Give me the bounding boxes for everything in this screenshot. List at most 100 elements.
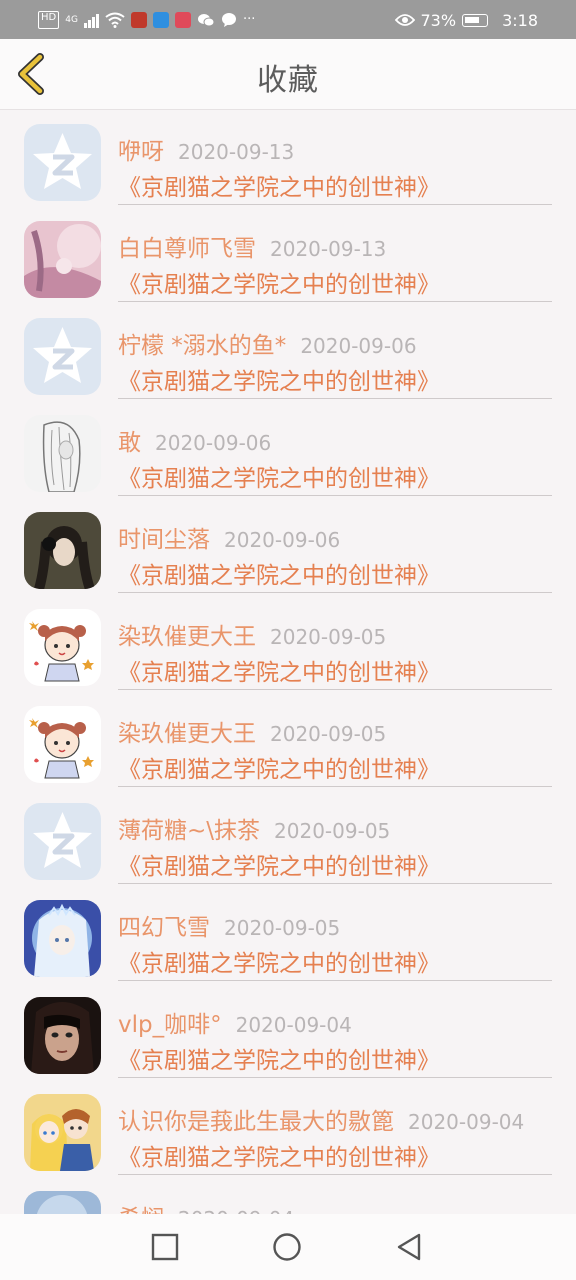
user-name[interactable]: 时间尘落 — [118, 527, 210, 553]
page-title: 收藏 — [257, 63, 319, 98]
favorite-date: 2020-09-04 — [408, 1110, 525, 1134]
battery-icon — [462, 13, 489, 27]
user-name[interactable]: 敢 — [118, 430, 141, 456]
favorite-item[interactable]: 咿呀 2020-09-13 《京剧猫之学院之中的创世神》 — [0, 110, 576, 207]
divider — [118, 980, 552, 981]
favorite-user-line: 希悯 2020-09-04 — [118, 1199, 294, 1214]
favorite-item[interactable]: 白白尊师飞雪 2020-09-13 《京剧猫之学院之中的创世神》 — [0, 207, 576, 304]
favorite-date: 2020-09-05 — [274, 819, 391, 843]
navigation-bar — [0, 1214, 576, 1280]
reader-notification-icon — [174, 12, 191, 28]
favorite-item[interactable]: 染玖催更大王 2020-09-05 《京剧猫之学院之中的创世神》 — [0, 692, 576, 789]
favorite-item[interactable]: 薄荷糖~\抹茶 2020-09-05 《京剧猫之学院之中的创世神》 — [0, 789, 576, 886]
avatar[interactable] — [24, 318, 101, 395]
favorite-item[interactable]: 敢 2020-09-06 《京剧猫之学院之中的创世神》 — [0, 401, 576, 498]
avatar[interactable] — [24, 609, 101, 686]
favorite-item[interactable]: 认识你是莪此生最大的敭篦 2020-09-04 《京剧猫之学院之中的创世神》 — [0, 1080, 576, 1177]
avatar[interactable] — [24, 803, 101, 880]
hd-badge: HD — [38, 11, 60, 29]
favorite-date: 2020-09-06 — [300, 334, 417, 358]
divider — [118, 1077, 552, 1078]
square-icon — [151, 1233, 179, 1261]
avatar[interactable] — [24, 1191, 101, 1214]
favorite-user-line: 认识你是莪此生最大的敭篦 2020-09-04 — [118, 1102, 524, 1136]
browser-notification-icon — [152, 12, 169, 28]
avatar[interactable] — [24, 221, 101, 298]
avatar[interactable] — [24, 1094, 101, 1171]
favorite-user-line: 薄荷糖~\抹茶 2020-09-05 — [118, 811, 390, 845]
signal-icon — [83, 12, 99, 28]
more-notifications-icon: ··· — [242, 12, 256, 27]
triangle-back-icon — [397, 1233, 421, 1261]
user-name[interactable]: 薄荷糖~\抹茶 — [118, 818, 260, 844]
wechat-icon — [197, 14, 215, 27]
avatar[interactable] — [24, 415, 101, 492]
book-title[interactable]: 《京剧猫之学院之中的创世神》 — [118, 556, 440, 590]
divider — [118, 1174, 552, 1175]
user-name[interactable]: 染玖催更大王 — [118, 624, 256, 650]
avatar[interactable] — [24, 512, 101, 589]
favorite-user-line: 染玖催更大王 2020-09-05 — [118, 714, 386, 748]
favorite-user-line: 柠檬 *溺水的鱼* 2020-09-06 — [118, 326, 417, 360]
book-title[interactable]: 《京剧猫之学院之中的创世神》 — [118, 168, 440, 202]
favorite-item[interactable]: vlp_咖啡° 2020-09-04 《京剧猫之学院之中的创世神》 — [0, 983, 576, 1080]
favorite-date: 2020-09-05 — [270, 722, 387, 746]
recent-apps-button[interactable] — [150, 1232, 180, 1262]
favorite-date: 2020-09-04 — [178, 1207, 294, 1214]
user-name[interactable]: 四幻飞雪 — [118, 915, 210, 941]
user-name[interactable]: 柠檬 *溺水的鱼* — [118, 333, 286, 359]
favorite-date: 2020-09-05 — [270, 625, 387, 649]
favorite-date: 2020-09-13 — [270, 237, 387, 261]
favorite-user-line: 四幻飞雪 2020-09-05 — [118, 908, 340, 942]
favorite-date: 2020-09-06 — [155, 431, 272, 455]
back-nav-button[interactable] — [394, 1232, 424, 1262]
favorite-user-line: 白白尊师飞雪 2020-09-13 — [118, 229, 386, 263]
favorite-date: 2020-09-13 — [178, 140, 295, 164]
message-bubble-icon — [221, 13, 236, 27]
divider — [118, 786, 552, 787]
status-bar: HD 4G ··· 73% 3:18 — [0, 0, 576, 39]
favorite-item[interactable]: 四幻飞雪 2020-09-05 《京剧猫之学院之中的创世神》 — [0, 886, 576, 983]
home-button[interactable] — [272, 1232, 302, 1262]
favorite-date: 2020-09-05 — [224, 916, 341, 940]
eye-comfort-icon — [394, 14, 415, 26]
divider — [118, 495, 552, 496]
favorite-date: 2020-09-06 — [224, 528, 341, 552]
user-name[interactable]: vlp_咖啡° — [118, 1012, 222, 1038]
user-name[interactable]: 希悯 — [118, 1206, 164, 1214]
favorite-date: 2020-09-04 — [235, 1013, 352, 1037]
book-title[interactable]: 《京剧猫之学院之中的创世神》 — [118, 1138, 440, 1172]
book-title[interactable]: 《京剧猫之学院之中的创世神》 — [118, 459, 440, 493]
book-title[interactable]: 《京剧猫之学院之中的创世神》 — [118, 847, 440, 881]
user-name[interactable]: 认识你是莪此生最大的敭篦 — [118, 1109, 394, 1135]
network-label: 4G — [65, 15, 78, 25]
favorite-item[interactable]: 希悯2020-09-04《京剧猫之学院之中的创世神》 — [0, 1177, 576, 1214]
avatar[interactable] — [24, 900, 101, 977]
favorite-user-line: 敢 2020-09-06 — [118, 423, 271, 457]
book-title[interactable]: 《京剧猫之学院之中的创世神》 — [118, 653, 440, 687]
avatar[interactable] — [24, 706, 101, 783]
user-name[interactable]: 染玖催更大王 — [118, 721, 256, 747]
clock: 3:18 — [502, 10, 538, 30]
book-title[interactable]: 《京剧猫之学院之中的创世神》 — [118, 944, 440, 978]
book-title[interactable]: 《京剧猫之学院之中的创世神》 — [118, 265, 440, 299]
book-title[interactable]: 《京剧猫之学院之中的创世神》 — [118, 750, 440, 784]
user-name[interactable]: 咿呀 — [118, 139, 164, 165]
favorite-item[interactable]: 时间尘落 2020-09-06 《京剧猫之学院之中的创世神》 — [0, 498, 576, 595]
divider — [118, 689, 552, 690]
book-title[interactable]: 《京剧猫之学院之中的创世神》 — [118, 1041, 440, 1075]
avatar[interactable] — [24, 997, 101, 1074]
book-title[interactable]: 《京剧猫之学院之中的创世神》 — [118, 362, 440, 396]
user-name[interactable]: 白白尊师飞雪 — [118, 236, 256, 262]
favorite-item[interactable]: 染玖催更大王 2020-09-05 《京剧猫之学院之中的创世神》 — [0, 595, 576, 692]
divider — [118, 592, 552, 593]
avatar[interactable] — [24, 124, 101, 201]
favorites-list: 咿呀 2020-09-13 《京剧猫之学院之中的创世神》 白白尊师飞雪 2020-09-… — [0, 110, 576, 1214]
wifi-icon — [105, 12, 125, 28]
divider — [118, 204, 552, 205]
status-left: HD 4G ··· — [38, 9, 255, 31]
circle-icon — [273, 1233, 301, 1261]
favorite-user-line: vlp_咖啡° 2020-09-04 — [118, 1005, 352, 1039]
status-right: 73% 3:18 — [394, 9, 538, 31]
favorite-item[interactable]: 柠檬 *溺水的鱼* 2020-09-06 《京剧猫之学院之中的创世神》 — [0, 304, 576, 401]
